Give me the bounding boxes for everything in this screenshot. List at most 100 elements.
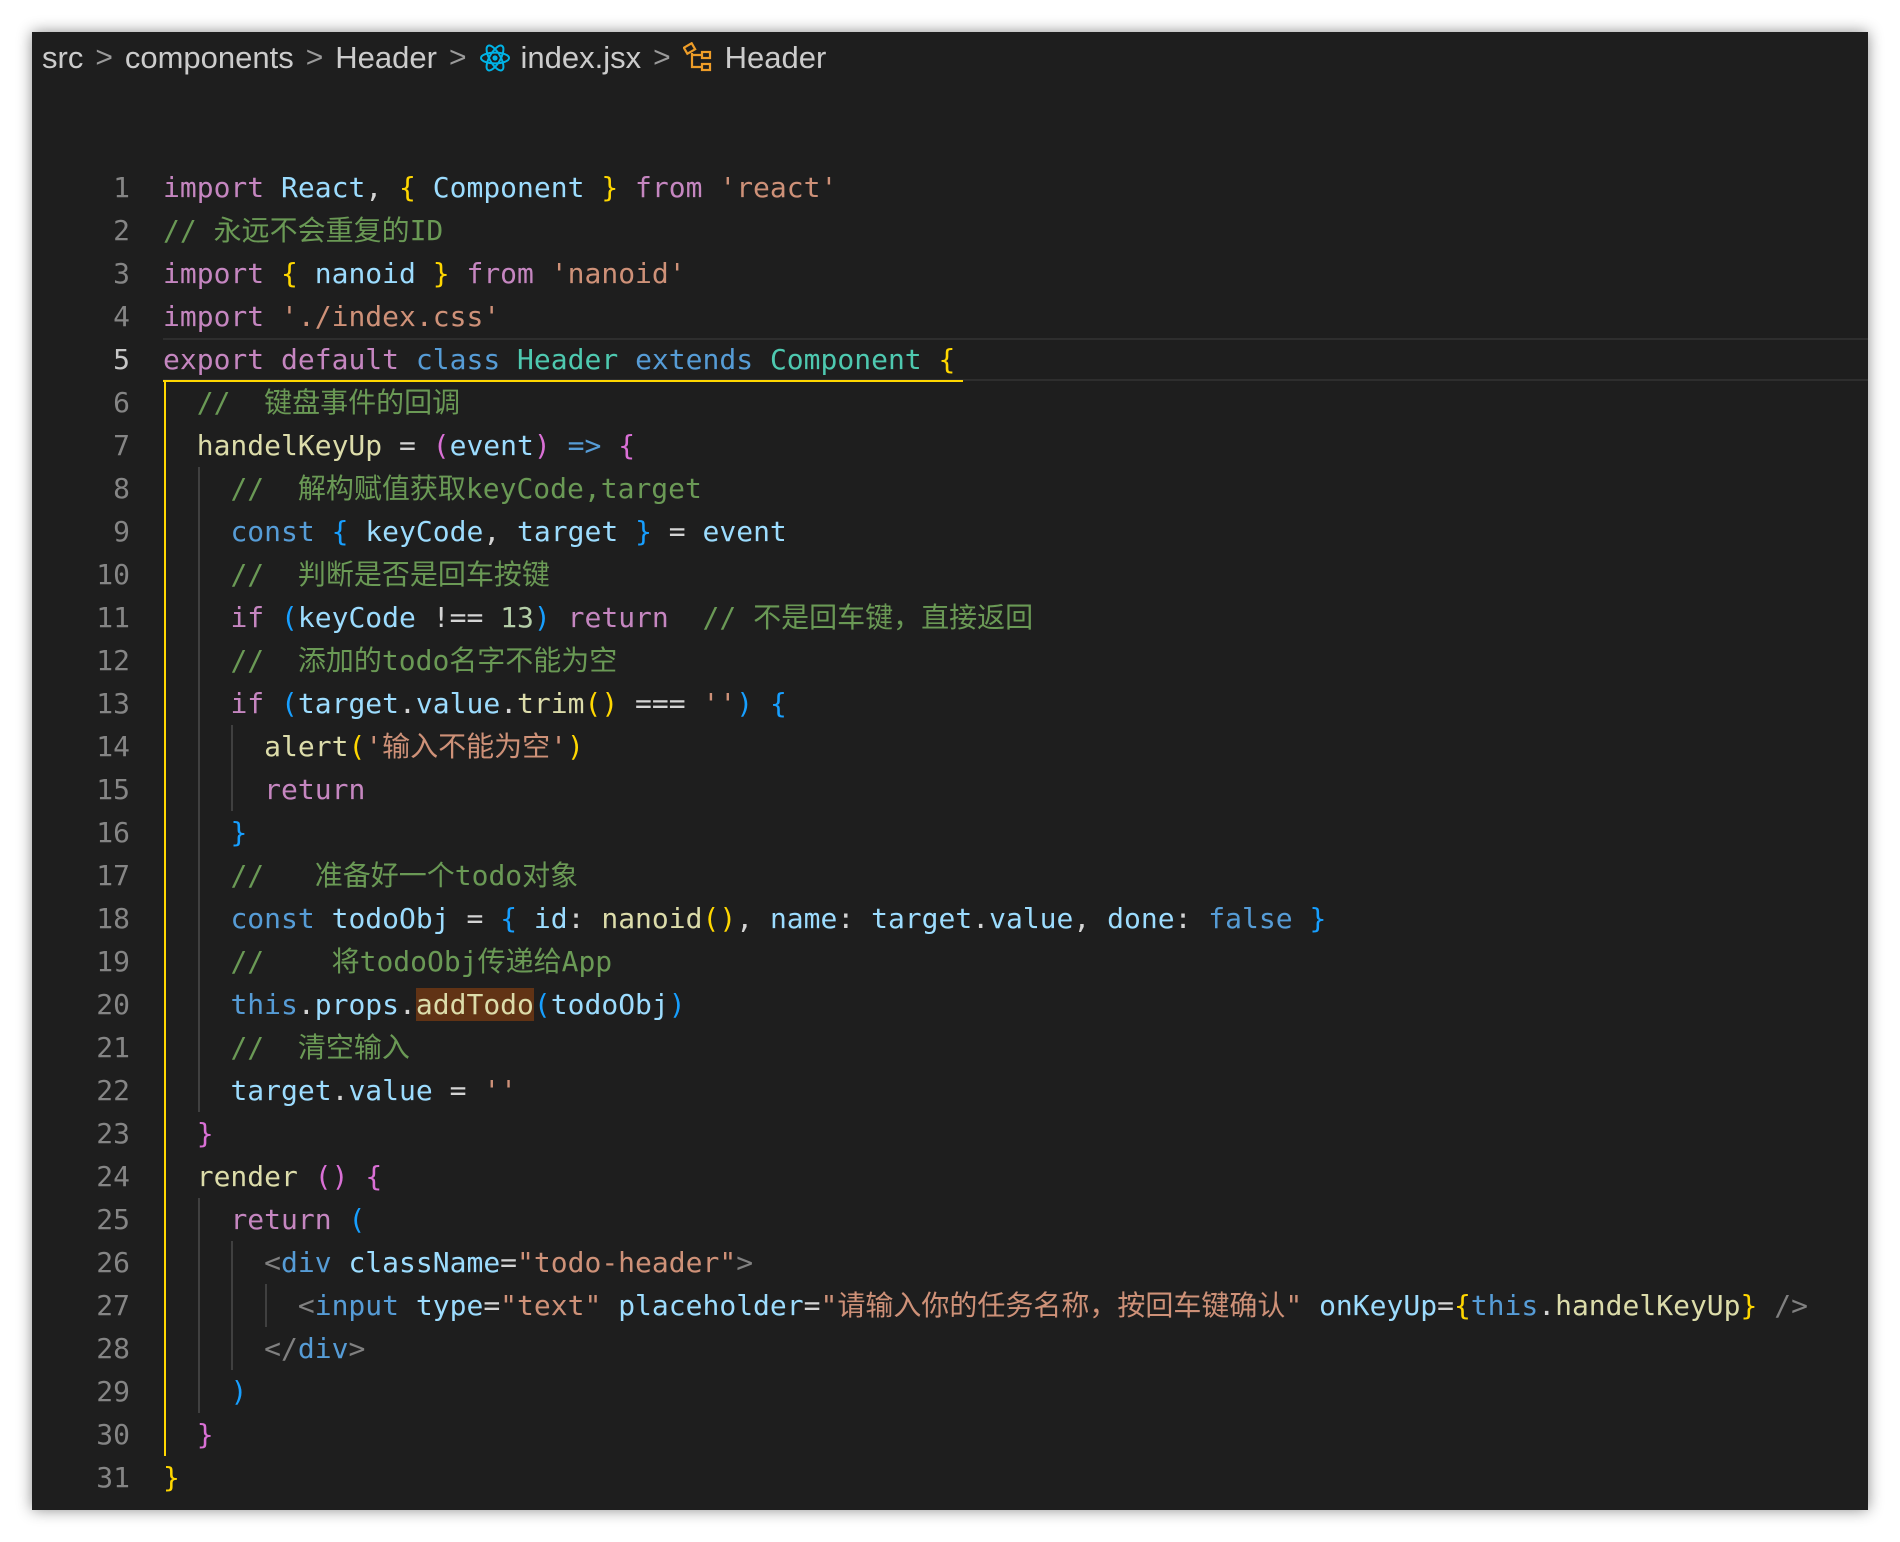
code-token: ,	[483, 515, 518, 548]
line-number: 14	[96, 730, 130, 763]
code-line[interactable]: 27 <input type="text" placeholder="请输入你的…	[32, 1284, 1868, 1327]
code-token: props	[314, 988, 400, 1021]
indent-guide	[231, 1241, 234, 1370]
code-token: // 永远不会重复的ID	[163, 214, 444, 247]
code-text: target.value = ''	[163, 1069, 517, 1112]
code-token: .	[297, 988, 315, 1021]
code-editor[interactable]: src > components > Header > index.jsx >	[32, 32, 1868, 1510]
code-line[interactable]: 18 const todoObj = { id: nanoid(), name:…	[32, 897, 1868, 940]
breadcrumb-item-file[interactable]: index.jsx	[521, 40, 642, 76]
code-line[interactable]: 25 return (	[32, 1198, 1868, 1241]
code-line[interactable]: 30 }	[32, 1413, 1868, 1456]
code-line[interactable]: 31}	[32, 1456, 1868, 1499]
line-number: 16	[96, 816, 130, 849]
code-line[interactable]: 22 target.value = ''	[32, 1069, 1868, 1112]
code-line[interactable]: 15 return	[32, 768, 1868, 811]
code-line[interactable]: 4 import './index.css'	[32, 295, 1868, 338]
code-token: type	[415, 1289, 484, 1322]
code-line[interactable]: 7 handelKeyUp = (event) => {	[32, 424, 1868, 467]
code-token: import	[163, 171, 265, 204]
code-text: }	[163, 811, 247, 854]
code-text: // 解构赋值获取keyCode,target	[163, 467, 701, 510]
code-token: =	[1437, 1289, 1454, 1322]
chevron-right-icon: >	[305, 41, 324, 74]
code-token: 'react'	[719, 171, 838, 204]
code-line[interactable]: 10 // 判断是否是回车按键	[32, 553, 1868, 596]
code-token: div	[297, 1332, 349, 1365]
code-line[interactable]: 6 // 键盘事件的回调	[32, 381, 1868, 424]
code-text: )	[163, 1370, 247, 1413]
code-text: }	[163, 1112, 214, 1155]
bracket-scope-underline	[163, 380, 963, 382]
code-text: // 添加的todo名字不能为空	[163, 639, 617, 682]
line-number: 2	[113, 214, 130, 247]
code-token: =	[483, 1289, 501, 1322]
code-token: // 将todoObj传递给App	[230, 945, 613, 978]
breadcrumb-item-header-folder[interactable]: Header	[335, 40, 437, 76]
code-token: ===	[618, 687, 703, 720]
code-token: "请输入你的任务名称，按回车键确认"	[820, 1289, 1303, 1322]
code-line[interactable]: 11 if (keyCode !== 13) return // 不是回车键，直…	[32, 596, 1868, 639]
code-token: return	[567, 601, 669, 634]
code-line[interactable]: 13 if (target.value.trim() === '') {	[32, 682, 1868, 725]
code-token: =>	[567, 429, 602, 462]
code-line[interactable]: 19 // 将todoObj传递给App	[32, 940, 1868, 983]
code-token: ()	[702, 902, 737, 935]
line-number: 10	[96, 558, 130, 591]
code-token: todoObj	[331, 902, 450, 935]
code-token: nanoid	[601, 902, 703, 935]
code-line[interactable]: 1 import React, { Component } from 'react…	[32, 166, 1868, 209]
code-token: addTodo	[415, 988, 534, 1021]
code-token: return	[230, 1203, 332, 1236]
code-text: handelKeyUp = (event) => {	[163, 424, 635, 467]
code-token: =	[449, 902, 501, 935]
code-line[interactable]: 26 <div className="todo-header">	[32, 1241, 1868, 1284]
code-line[interactable]: 3 import { nanoid } from 'nanoid'	[32, 252, 1868, 295]
code-line[interactable]: 16 }	[32, 811, 1868, 854]
code-line[interactable]: 23 }	[32, 1112, 1868, 1155]
code-line[interactable]: 12 // 添加的todo名字不能为空	[32, 639, 1868, 682]
code-line[interactable]: 9 const { keyCode, target } = event	[32, 510, 1868, 553]
code-line[interactable]: 24 render () {	[32, 1155, 1868, 1198]
breadcrumb-item-src[interactable]: src	[42, 40, 83, 76]
code-text: import { nanoid } from 'nanoid'	[163, 252, 686, 295]
code-text: if (keyCode !== 13) return // 不是回车键，直接返回	[163, 596, 1033, 639]
code-token: alert	[264, 730, 349, 763]
code-line[interactable]: 21 // 清空输入	[32, 1026, 1868, 1069]
code-text: // 将todoObj传递给App	[163, 940, 612, 983]
code-token: target	[230, 1074, 332, 1107]
code-line[interactable]: 2 // 永远不会重复的ID	[32, 209, 1868, 252]
code-line[interactable]: 20 this.props.addTodo(todoObj)	[32, 983, 1868, 1026]
code-text: const todoObj = { id: nanoid(), name: ta…	[163, 897, 1326, 940]
code-token: }	[1740, 1289, 1758, 1322]
code-token: {	[331, 515, 349, 548]
code-line[interactable]: 8 // 解构赋值获取keyCode,target	[32, 467, 1868, 510]
code-token: ()	[314, 1160, 349, 1193]
code-line[interactable]: 17 // 准备好一个todo对象	[32, 854, 1868, 897]
code-line[interactable]: 5 export default class Header extends Com…	[32, 338, 1868, 381]
code-token: target	[871, 902, 973, 935]
code-token: ,	[1073, 902, 1108, 935]
code-token: const	[230, 902, 315, 935]
code-line[interactable]: 14 alert('输入不能为空')	[32, 725, 1868, 768]
breadcrumb-item-symbol[interactable]: Header	[725, 40, 827, 76]
code-token: from	[466, 257, 534, 290]
code-token: const	[230, 515, 315, 548]
breadcrumb-item-components[interactable]: components	[125, 40, 294, 76]
code-token: Header	[517, 343, 619, 376]
code-line[interactable]: 29 )	[32, 1370, 1868, 1413]
line-number: 25	[96, 1203, 130, 1236]
breadcrumb: src > components > Header > index.jsx >	[42, 32, 1868, 84]
code-token: {	[399, 171, 416, 204]
code-line[interactable]: 28 </div>	[32, 1327, 1868, 1370]
code-token: value	[348, 1074, 433, 1107]
